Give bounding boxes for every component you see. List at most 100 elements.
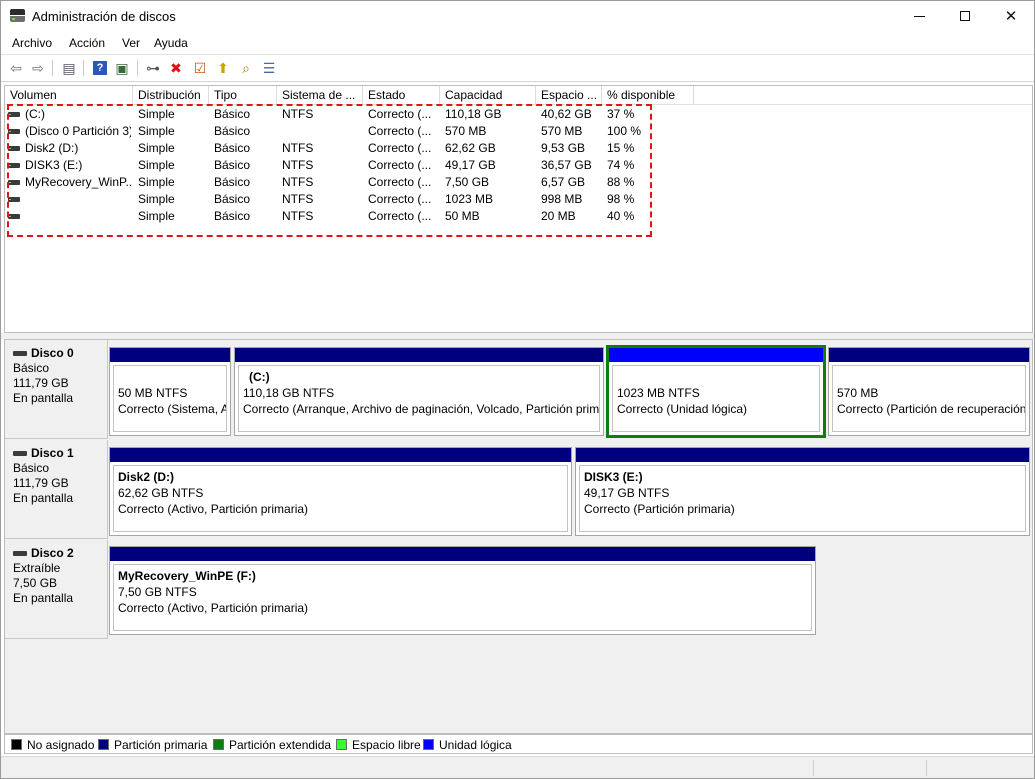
partition-size: 49,17 GB NTFS (584, 486, 670, 500)
disk-status: En pantalla (13, 391, 74, 405)
toolbar: ⇦ ⇨ ▤ ? ▣ ⊶ ✖ ☑ ⬆ ⌕ ☰ (1, 54, 1034, 82)
partition-block-selected[interactable]: 1023 MB NTFS Correcto (Unidad lógica) (606, 345, 826, 438)
legend-item: Espacio libre (336, 738, 421, 752)
check-icon[interactable]: ☑ (191, 59, 209, 77)
partition-size: 50 MB NTFS (118, 386, 188, 400)
column-header-estado[interactable]: Estado (363, 86, 440, 105)
column-header-capacidad[interactable]: Capacidad (440, 86, 536, 105)
column-header-disponible[interactable]: % disponible (602, 86, 694, 105)
column-header-tipo[interactable]: Tipo (209, 86, 277, 105)
close-icon: ✕ (1004, 8, 1018, 25)
disk-row-0: Disco 0 Básico 111,79 GB En pantalla 50 … (5, 340, 1032, 439)
forward-icon[interactable]: ⇨ (29, 59, 47, 77)
column-header-distribucion[interactable]: Distribución (133, 86, 209, 105)
disk-type: Extraíble (13, 561, 61, 575)
partition-size: 570 MB (837, 386, 879, 400)
menu-bar: Archivo Acción Ver Ayuda (1, 32, 1034, 54)
close-button[interactable]: ✕ (988, 1, 1034, 32)
disk-management-app-icon (10, 9, 25, 23)
partition-name (118, 369, 226, 385)
window-title: Administración de discos (32, 9, 176, 24)
legend-item: Partición primaria (98, 738, 207, 752)
delete-icon[interactable]: ✖ (167, 59, 185, 77)
partition-block[interactable]: 50 MB NTFS Correcto (Sistema, A (109, 347, 231, 436)
partition-name: Disk2 (D:) (118, 470, 175, 484)
legend-item: No asignado (11, 738, 94, 752)
partition-block[interactable]: DISK3 (E:) 49,17 GB NTFS Correcto (Parti… (575, 447, 1030, 536)
partition-status: Correcto (Unidad lógica) (617, 402, 748, 416)
minimize-button[interactable] (896, 1, 942, 32)
partition-name: MyRecovery_WinPE (F:) (118, 569, 256, 583)
partition-status: Correcto (Partición de recuperación (837, 402, 1026, 416)
properties-icon[interactable]: ▣ (113, 59, 131, 77)
search-icon[interactable]: ⌕ (237, 59, 255, 77)
partition-status: Correcto (Partición primaria) (584, 502, 735, 516)
disk-type: Básico (13, 361, 50, 375)
maximize-button[interactable] (942, 1, 988, 32)
partition-name (837, 369, 1025, 385)
minimize-icon (914, 16, 925, 17)
disk-management-window: Administración de discos ✕ Archivo Acció… (0, 0, 1035, 779)
disk-status: En pantalla (13, 491, 74, 505)
legend-item: Unidad lógica (423, 738, 512, 752)
partition-name: DISK3 (E:) (584, 470, 643, 484)
partition-block[interactable]: 570 MB Correcto (Partición de recuperaci… (828, 347, 1030, 436)
legend-item: Partición extendida (213, 738, 331, 752)
legend-swatch (98, 739, 109, 750)
disk-size: 111,79 GB (13, 476, 69, 490)
disk-row-2: Disco 2 Extraíble 7,50 GB En pantalla My… (5, 540, 1032, 639)
disk-info-0[interactable]: Disco 0 Básico 111,79 GB En pantalla (5, 340, 108, 439)
partition-name (617, 369, 819, 385)
disk-graphical-view: Disco 0 Básico 111,79 GB En pantalla 50 … (4, 339, 1033, 734)
volume-list-header: Volumen Distribución Tipo Sistema de ...… (5, 86, 1032, 105)
menu-accion[interactable]: Acción (69, 36, 105, 50)
status-bar (1, 756, 1034, 778)
connect-drive-icon[interactable]: ⊶ (144, 59, 162, 77)
column-header-volumen[interactable]: Volumen (5, 86, 133, 105)
disk-info-1[interactable]: Disco 1 Básico 111,79 GB En pantalla (5, 440, 108, 539)
help-icon[interactable]: ? (91, 59, 109, 77)
disk-name: Disco 1 (31, 446, 74, 460)
export-icon[interactable]: ⬆ (214, 59, 232, 77)
menu-ayuda[interactable]: Ayuda (154, 36, 188, 50)
maximize-icon (960, 11, 970, 21)
disk-info-2[interactable]: Disco 2 Extraíble 7,50 GB En pantalla (5, 540, 108, 639)
partition-block[interactable]: (C:) 110,18 GB NTFS Correcto (Arranque, … (234, 347, 604, 436)
disk-size: 111,79 GB (13, 376, 69, 390)
disk-size: 7,50 GB (13, 576, 58, 590)
disk-icon (13, 451, 27, 456)
partition-status: Correcto (Sistema, A (118, 402, 227, 416)
legend: No asignado Partición primaria Partición… (4, 734, 1033, 754)
title-bar: Administración de discos ✕ (1, 1, 1034, 32)
legend-swatch (336, 739, 347, 750)
partition-status: Correcto (Activo, Partición primaria) (118, 601, 309, 615)
partition-size: 62,62 GB NTFS (118, 486, 204, 500)
partition-name: (C:) (249, 370, 270, 384)
partition-status: Correcto (Activo, Partición primaria) (118, 502, 309, 516)
disk-name: Disco 2 (31, 546, 74, 560)
legend-swatch (11, 739, 22, 750)
settings-list-icon[interactable]: ☰ (260, 59, 278, 77)
partition-size: 7,50 GB NTFS (118, 585, 197, 599)
selection-highlight (7, 104, 652, 237)
legend-swatch (423, 739, 434, 750)
disk-type: Básico (13, 461, 50, 475)
menu-ver[interactable]: Ver (122, 36, 140, 50)
partition-block[interactable]: Disk2 (D:) 62,62 GB NTFS Correcto (Activ… (109, 447, 572, 536)
column-header-espacio[interactable]: Espacio ... (536, 86, 602, 105)
partition-status: Correcto (Arranque, Archivo de paginació… (243, 402, 600, 416)
list-view-icon[interactable]: ▤ (60, 59, 78, 77)
disk-icon (13, 551, 27, 556)
partition-block[interactable]: MyRecovery_WinPE (F:) 7,50 GB NTFS Corre… (109, 546, 816, 635)
disk-name: Disco 0 (31, 346, 74, 360)
disk-status: En pantalla (13, 591, 74, 605)
partition-size: 1023 MB NTFS (617, 386, 700, 400)
column-header-sistema[interactable]: Sistema de ... (277, 86, 363, 105)
menu-archivo[interactable]: Archivo (12, 36, 52, 50)
partition-size: 110,18 GB NTFS (243, 386, 335, 400)
legend-swatch (213, 739, 224, 750)
disk-row-1: Disco 1 Básico 111,79 GB En pantalla Dis… (5, 440, 1032, 539)
back-icon[interactable]: ⇦ (7, 59, 25, 77)
volume-list: Volumen Distribución Tipo Sistema de ...… (4, 85, 1033, 333)
disk-icon (13, 351, 27, 356)
